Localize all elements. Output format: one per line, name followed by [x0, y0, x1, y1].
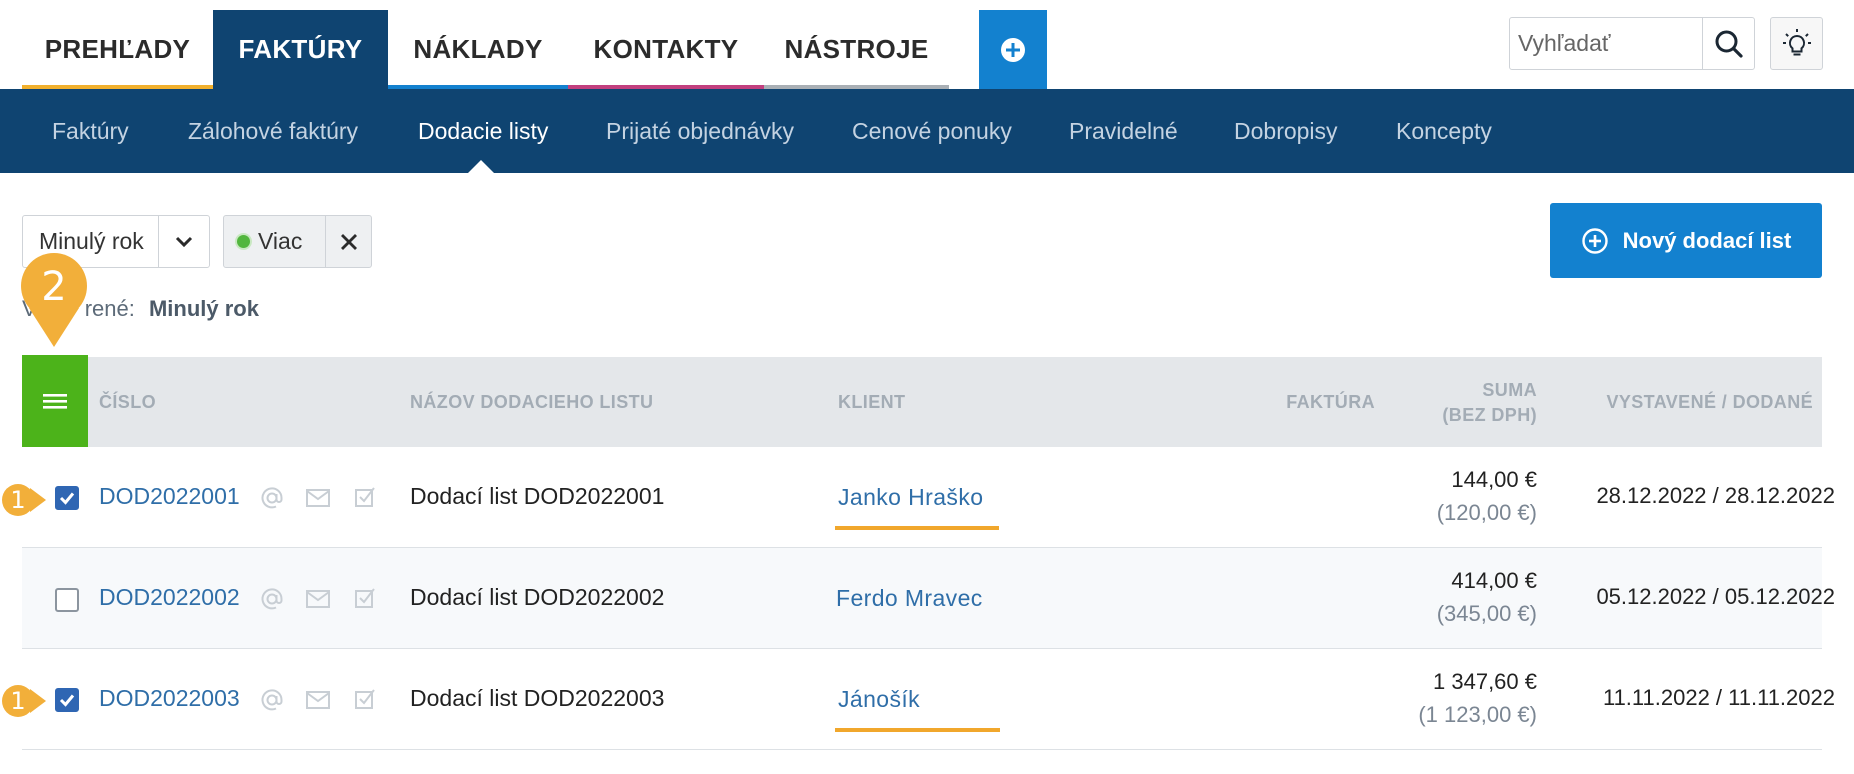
plus-circle-icon [1581, 227, 1608, 254]
at-sign-icon[interactable] [259, 485, 285, 511]
chevron-down-icon [176, 236, 193, 247]
tab-naklady-label: NÁKLADY [413, 34, 543, 64]
client-highlight [835, 526, 999, 530]
amount-with-vat: 144,00 € [1451, 467, 1537, 492]
table-row[interactable]: DOD2022001 Dodací list DOD2022001 Janko … [22, 447, 1835, 548]
subtab-pravidelne[interactable]: Pravidelné [1069, 89, 1178, 173]
delivery-note-name: Dodací list DOD2022003 [410, 685, 665, 711]
selected-filter-prefix-tail: rené: [84, 296, 135, 321]
tab-nastroje-label: NÁSTROJE [784, 34, 929, 64]
subtab-cenove-ponuky[interactable]: Cenové ponuky [852, 89, 1012, 173]
column-header-invoice[interactable]: FAKTÚRA [1200, 392, 1375, 413]
subtab-faktury[interactable]: Faktúry [52, 89, 129, 173]
callout-marker-1-pointer [30, 488, 46, 512]
row-checkbox[interactable] [55, 688, 79, 712]
main-navigation: PREHĽADY FAKTÚRY NÁKLADY KONTAKTY NÁSTRO… [0, 0, 1854, 89]
callout-marker-1-pointer [30, 689, 46, 713]
check-square-icon[interactable] [353, 687, 377, 711]
column-header-dates[interactable]: VYSTAVENÉ / DODANÉ [1560, 392, 1813, 413]
envelope-icon[interactable] [305, 488, 331, 508]
lightbulb-icon [1782, 28, 1811, 55]
delivery-note-number-link[interactable]: DOD2022002 [99, 584, 240, 611]
amount-without-vat: (345,00 €) [1436, 601, 1537, 626]
amount-with-vat: 1 347,60 € [1433, 669, 1537, 694]
column-header-number[interactable]: ČÍSLO [99, 392, 156, 413]
envelope-icon[interactable] [305, 589, 331, 609]
tab-kontakty[interactable]: KONTAKTY [568, 10, 764, 89]
search-icon [1715, 30, 1743, 58]
amount-with-vat: 414,00 € [1451, 568, 1537, 593]
subtab-prijate-objednavky[interactable]: Prijaté objednávky [606, 89, 794, 173]
check-square-icon[interactable] [353, 586, 377, 610]
envelope-icon[interactable] [305, 690, 331, 710]
table-row[interactable]: DOD2022002 Dodací list DOD2022002 Ferdo … [22, 548, 1835, 649]
search-box [1509, 17, 1755, 70]
hamburger-menu-icon [43, 394, 67, 409]
tab-naklady[interactable]: NÁKLADY [388, 10, 568, 89]
at-sign-icon[interactable] [259, 586, 285, 612]
ideas-button[interactable] [1770, 17, 1823, 70]
check-square-icon[interactable] [353, 485, 377, 509]
clear-filters-button[interactable] [325, 216, 371, 267]
row-checkbox[interactable] [55, 588, 79, 612]
tab-prehlady[interactable]: PREHĽADY [22, 10, 213, 89]
column-header-client[interactable]: KLIENT [838, 392, 905, 413]
tab-faktury[interactable]: FAKTÚRY [213, 10, 388, 89]
period-select-toggle[interactable] [158, 216, 209, 267]
new-delivery-note-label: Nový dodací list [1622, 227, 1792, 253]
more-filters-chip[interactable]: Viac [223, 215, 372, 268]
new-delivery-note-button[interactable]: Nový dodací list [1550, 203, 1822, 278]
bulk-actions-menu-button[interactable] [22, 355, 88, 447]
client-link[interactable]: Janko Hraško [838, 484, 983, 511]
more-filters-label: Viac [258, 228, 303, 254]
tab-faktury-label: FAKTÚRY [238, 34, 363, 64]
column-header-sum[interactable]: SUMA [1400, 380, 1537, 401]
at-sign-icon[interactable] [259, 687, 285, 713]
selected-filter-value: Minulý rok [148, 296, 259, 321]
sub-navigation: Faktúry Zálohové faktúry Dodacie listy P… [0, 89, 1854, 173]
table-header [22, 357, 1822, 447]
issue-delivery-dates: 11.11.2022 / 11.11.2022 [1602, 685, 1835, 710]
amount-without-vat: (120,00 €) [1436, 500, 1537, 525]
quick-add-button[interactable] [979, 10, 1047, 89]
row-checkbox[interactable] [55, 486, 79, 510]
subtab-koncepty[interactable]: Koncepty [1396, 89, 1492, 173]
close-icon [340, 233, 357, 250]
client-link[interactable]: Ferdo Mravec [836, 585, 983, 612]
active-subtab-caret [467, 160, 495, 174]
column-header-name[interactable]: NÁZOV DODACIEHO LISTU [410, 392, 653, 413]
column-header-sum-note: (BEZ DPH) [1442, 405, 1537, 425]
subtab-zalohove-faktury[interactable]: Zálohové faktúry [188, 89, 358, 173]
checkmark-icon [59, 694, 75, 707]
client-highlight [835, 728, 1000, 732]
search-input[interactable] [1510, 18, 1702, 69]
tab-prehlady-label: PREHĽADY [44, 34, 191, 64]
delivery-note-name: Dodací list DOD2022002 [410, 584, 665, 610]
subtab-dobropisy[interactable]: Dobropisy [1234, 89, 1338, 173]
issue-delivery-dates: 05.12.2022 / 05.12.2022 [1596, 584, 1835, 609]
more-filters-content: Viac [224, 216, 325, 267]
client-link[interactable]: Jánošík [838, 686, 920, 713]
checkmark-icon [59, 492, 75, 505]
amount-without-vat: (1 123,00 €) [1418, 702, 1537, 727]
callout-marker-2: 2 [41, 264, 67, 310]
active-filter-dot-icon [237, 235, 250, 248]
tab-kontakty-label: KONTAKTY [593, 34, 739, 64]
delivery-note-number-link[interactable]: DOD2022003 [99, 685, 240, 712]
issue-delivery-dates: 28.12.2022 / 28.12.2022 [1596, 483, 1835, 508]
delivery-note-number-link[interactable]: DOD2022001 [99, 483, 240, 510]
delivery-note-name: Dodací list DOD2022001 [410, 483, 665, 509]
table-row[interactable]: DOD2022003 Dodací list DOD2022003 Jánoší… [22, 649, 1835, 750]
search-button[interactable] [1702, 18, 1754, 69]
tab-nastroje[interactable]: NÁSTROJE [764, 10, 949, 89]
plus-circle-icon [1001, 37, 1025, 62]
